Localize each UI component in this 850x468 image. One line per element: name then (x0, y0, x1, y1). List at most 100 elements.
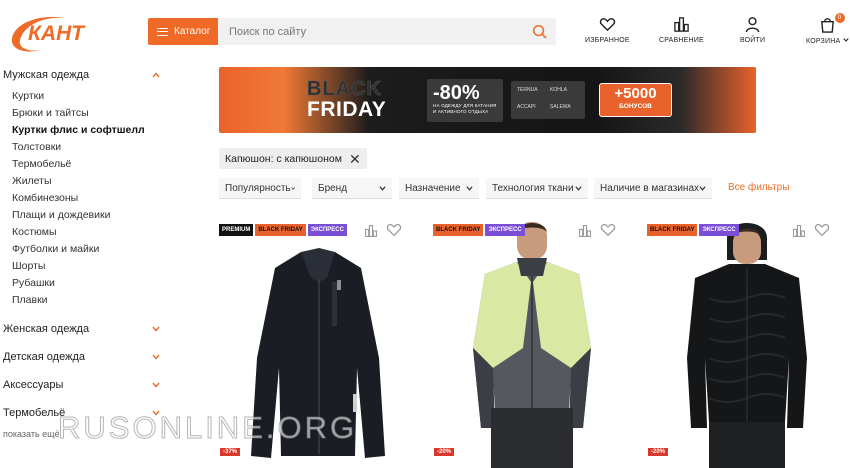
category-label: Аксессуары (3, 379, 64, 391)
banner-brand-logos: TERNUA KOHLA ACCAPI SALEWA (511, 81, 585, 119)
product-image[interactable] (219, 218, 417, 468)
black-friday-badge: BLACK FRIDAY (433, 224, 484, 236)
black-friday-badge: BLACK FRIDAY (647, 224, 698, 236)
cart-button[interactable]: 0 КОРЗИНА (806, 13, 849, 45)
category-accessories[interactable]: Аксессуары (0, 375, 168, 395)
black-friday-banner[interactable]: BLACK FRIDAY -80% НА ОДЕЖДУ ДЛЯ КАТАНИЯ … (219, 67, 756, 133)
chevron-down-icon[interactable] (152, 381, 160, 389)
filter-label: Наличие в магазинах (600, 182, 699, 194)
banner-discount-caption: НА ОДЕЖДУ ДЛЯ КАТАНИЯ И АКТИВНОГО ОТДЫХА (433, 103, 497, 114)
search-input[interactable] (218, 18, 518, 45)
product-badges: BLACK FRIDAY ЭКСПРЕСС (433, 224, 525, 236)
subcategory-item[interactable]: Шорты (12, 258, 168, 275)
heart-icon (599, 18, 616, 32)
category-mens-clothing[interactable]: Мужская одежда (0, 66, 168, 84)
brand-logo: TERNUA (517, 87, 538, 93)
all-filters-link[interactable]: Все фильтры (728, 182, 789, 193)
compare-icon[interactable] (364, 224, 378, 238)
active-filter-chip: Капюшон: с капюшоном ✕ (219, 148, 367, 169)
heart-icon[interactable] (600, 222, 616, 238)
discount-badge: -20% (648, 448, 669, 456)
catalog-label: Каталог (174, 26, 211, 37)
cart-label: КОРЗИНА (806, 37, 849, 45)
category-sidebar: Мужская одежда Куртки Брюки и тайтсы Кур… (0, 66, 168, 439)
filter-label: Популярность (225, 182, 291, 194)
product-card[interactable]: BLACK FRIDAY ЭКСПРЕСС -20% (647, 218, 845, 468)
compare-icon[interactable] (792, 224, 806, 238)
filter-label: Назначение (405, 182, 461, 194)
brand-logo: ACCAPI (517, 104, 536, 110)
chevron-down-icon (842, 38, 849, 42)
discount-badge: -37% (220, 448, 241, 456)
chevron-up-icon[interactable] (152, 71, 160, 79)
product-badges: PREMIUM BLACK FRIDAY ЭКСПРЕСС (219, 224, 347, 236)
show-more-link[interactable]: показать ещё (0, 429, 168, 439)
subcategory-item[interactable]: Брюки и тайтсы (12, 105, 168, 122)
subcategory-item[interactable]: Футболки и майки (12, 241, 168, 258)
search-bar (218, 18, 556, 45)
product-image[interactable] (647, 218, 845, 468)
category-womens-clothing[interactable]: Женская одежда (0, 319, 168, 339)
discount-badge: -20% (434, 448, 455, 456)
subcategory-item-active[interactable]: Куртки флис и софтшелл (12, 122, 168, 139)
banner-discount-value: -80% (433, 82, 480, 104)
heart-icon[interactable] (386, 222, 402, 238)
product-card[interactable]: PREMIUM BLACK FRIDAY ЭКСПРЕСС -37% (219, 218, 417, 468)
subcategory-item[interactable]: Жилеты (12, 173, 168, 190)
chevron-down-icon (290, 186, 295, 190)
chevron-down-icon[interactable] (152, 409, 160, 417)
category-kids-clothing[interactable]: Детская одежда (0, 347, 168, 367)
subcategory-item[interactable]: Куртки (12, 88, 168, 105)
login-button[interactable]: ВОЙТИ (740, 16, 765, 44)
product-image[interactable] (433, 218, 631, 468)
heart-icon[interactable] (814, 222, 830, 238)
banner-bonus: +5000 БОНУСОВ (599, 83, 672, 117)
filter-sort-popularity[interactable]: Популярность (219, 178, 301, 199)
chevron-down-icon (575, 185, 582, 191)
cart-count-badge: 0 (834, 13, 845, 23)
product-badges: BLACK FRIDAY ЭКСПРЕСС (647, 224, 739, 236)
logo-text: КАНТ (28, 22, 86, 45)
kant-logo[interactable]: КАНТ (6, 12, 110, 54)
filter-fabric-technology[interactable]: Технология ткани (486, 178, 588, 199)
active-filter-label: Капюшон: с капюшоном (225, 152, 342, 165)
subcategory-item[interactable]: Костюмы (12, 224, 168, 241)
banner-bonus-label: БОНУСОВ (619, 103, 652, 110)
filter-store-availability[interactable]: Наличие в магазинах (594, 178, 712, 199)
menu-icon (157, 27, 168, 36)
login-label: ВОЙТИ (740, 37, 766, 44)
filter-purpose[interactable]: Назначение (399, 178, 479, 199)
filter-brand[interactable]: Бренд (312, 178, 392, 199)
search-icon[interactable] (532, 24, 547, 39)
compare-label: СРАВНЕНИЕ (659, 37, 704, 44)
chevron-down-icon[interactable] (152, 325, 160, 333)
compare-icon (674, 17, 689, 32)
subcategory-item[interactable]: Плащи и дождевики (12, 207, 168, 224)
filter-label: Бренд (318, 182, 348, 194)
product-card[interactable]: BLACK FRIDAY ЭКСПРЕСС -20% (433, 218, 631, 468)
chevron-down-icon[interactable] (152, 353, 160, 361)
compare-icon[interactable] (578, 224, 592, 238)
brand-logo: SALEWA (550, 104, 571, 110)
category-label: Термобельё (3, 407, 66, 419)
subcategory-item[interactable]: Комбинезоны (12, 190, 168, 207)
page: КАНТ Каталог ИЗБРАННОЕ СРАВНЕНИЕ ВОЙТИ 0… (0, 0, 850, 468)
black-friday-badge: BLACK FRIDAY (255, 224, 306, 236)
catalog-button[interactable]: Каталог (148, 18, 218, 45)
chevron-down-icon (466, 185, 473, 191)
subcategory-item[interactable]: Рубашки (12, 275, 168, 292)
category-label: Женская одежда (3, 323, 90, 335)
filter-label: Технология ткани (492, 182, 574, 194)
express-badge: ЭКСПРЕСС (307, 224, 347, 236)
close-icon[interactable]: ✕ (349, 152, 361, 166)
subcategory-list: Куртки Брюки и тайтсы Куртки флис и софт… (0, 84, 168, 311)
banner-title-line1: BLACK (307, 78, 382, 100)
premium-badge: PREMIUM (219, 224, 254, 236)
favorites-button[interactable]: ИЗБРАННОЕ (585, 16, 630, 44)
category-thermal-underwear[interactable]: Термобельё (0, 403, 168, 423)
category-label: Мужская одежда (3, 69, 90, 81)
subcategory-item[interactable]: Термобельё (12, 156, 168, 173)
subcategory-item[interactable]: Толстовки (12, 139, 168, 156)
subcategory-item[interactable]: Плавки (12, 292, 168, 309)
compare-button[interactable]: СРАВНЕНИЕ (659, 16, 704, 44)
